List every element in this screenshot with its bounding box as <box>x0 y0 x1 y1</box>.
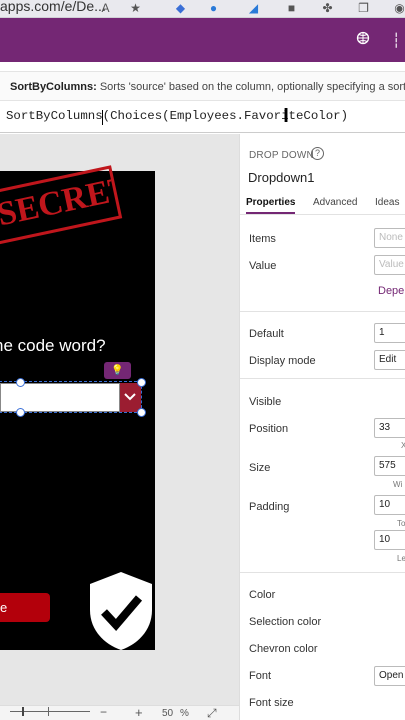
position-x-field[interactable]: 33 <box>374 418 405 438</box>
color-label: Color <box>249 589 276 601</box>
divider <box>240 311 405 312</box>
zoom-bar <box>0 705 239 720</box>
zoom-slider-thumb[interactable] <box>22 707 24 716</box>
position-label: Position <box>249 423 289 435</box>
items-label: Items <box>249 233 276 245</box>
app-header <box>0 18 405 62</box>
address-bar[interactable]: apps.com/e/De... <box>0 0 106 14</box>
zoom-in-button[interactable]: + <box>135 705 143 720</box>
zoom-value: 50 <box>162 708 174 719</box>
value-field[interactable]: Value <box>374 255 405 275</box>
fit-to-screen-icon[interactable]: ⤢ <box>207 706 217 720</box>
function-tooltip: SortByColumns: Sorts 'source' based on t… <box>0 71 405 101</box>
help-icon[interactable]: ? <box>311 147 324 160</box>
text-caret <box>102 110 103 125</box>
font-label: Font <box>249 670 272 682</box>
tab-advanced[interactable]: Advanced <box>313 197 357 208</box>
tab-divider <box>240 214 405 215</box>
tab-ideas[interactable]: Ideas <box>375 197 399 208</box>
font-size-label: Font size <box>249 697 294 709</box>
resize-handle[interactable] <box>16 408 25 417</box>
font-select[interactable]: Open <box>374 666 405 686</box>
display-mode-label: Display mode <box>249 355 316 367</box>
divider <box>240 572 405 573</box>
read-aloud-icon[interactable]: A <box>98 1 113 16</box>
shield-check-icon <box>86 570 156 652</box>
extension-icon[interactable]: ■ <box>284 1 299 16</box>
resize-handle[interactable] <box>16 378 25 387</box>
selection-color-label: Selection color <box>249 616 322 628</box>
padding-top-field[interactable]: 10 <box>374 495 405 515</box>
profile-icon[interactable]: ◉ <box>392 1 405 16</box>
question-label: he code word? <box>0 336 106 355</box>
default-label: Default <box>249 328 284 340</box>
size-width-caption: Wi <box>393 480 403 489</box>
display-mode-select[interactable]: Edit <box>374 350 405 370</box>
environment-icon[interactable] <box>354 31 372 49</box>
chevron-color-label: Chevron color <box>249 643 318 655</box>
more-icon[interactable]: ┆ <box>392 31 405 49</box>
extension-icon[interactable]: ◆ <box>173 1 188 16</box>
ideas-chip[interactable]: 💡 <box>104 362 131 379</box>
default-field[interactable]: 1 <box>374 323 405 343</box>
collections-icon[interactable]: ❐ <box>356 1 371 16</box>
function-description: Sorts 'source' based on the column, opti… <box>99 81 405 93</box>
items-field[interactable]: None <box>374 228 405 248</box>
control-type-label: DROP DOWN <box>249 150 314 161</box>
submit-button[interactable]: e <box>0 593 50 622</box>
padding-left-caption: Le <box>397 554 405 563</box>
text-cursor-icon: I <box>283 105 289 127</box>
value-label: Value <box>249 260 277 272</box>
favorite-icon[interactable]: ★ <box>128 1 143 16</box>
size-width-field[interactable]: 575 <box>374 456 405 476</box>
tab-properties[interactable]: Properties <box>246 197 295 208</box>
extension-icon[interactable]: ● <box>206 1 221 16</box>
divider <box>240 378 405 379</box>
resize-handle[interactable] <box>137 408 146 417</box>
padding-top-caption: To <box>397 519 405 528</box>
resize-handle[interactable] <box>137 378 146 387</box>
zoom-tick <box>48 707 49 716</box>
position-x-caption: X <box>401 441 405 450</box>
visible-label: Visible <box>249 396 282 408</box>
control-name[interactable]: Dropdown1 <box>248 170 315 185</box>
extensions-puzzle-icon[interactable]: ✤ <box>320 1 335 16</box>
zoom-out-button[interactable]: − <box>100 705 107 719</box>
padding-label: Padding <box>249 501 290 513</box>
size-label: Size <box>249 462 271 474</box>
chevron-down-icon[interactable] <box>120 383 141 412</box>
function-name: SortByColumns: <box>10 81 97 93</box>
padding-left-field[interactable]: 10 <box>374 530 405 550</box>
dependencies-link[interactable]: Depe <box>378 285 404 297</box>
extension-icon[interactable]: ◢ <box>246 1 261 16</box>
zoom-unit: % <box>180 708 189 719</box>
formula-input[interactable]: SortByColumns(Choices(Employees.Favorite… <box>6 109 348 123</box>
